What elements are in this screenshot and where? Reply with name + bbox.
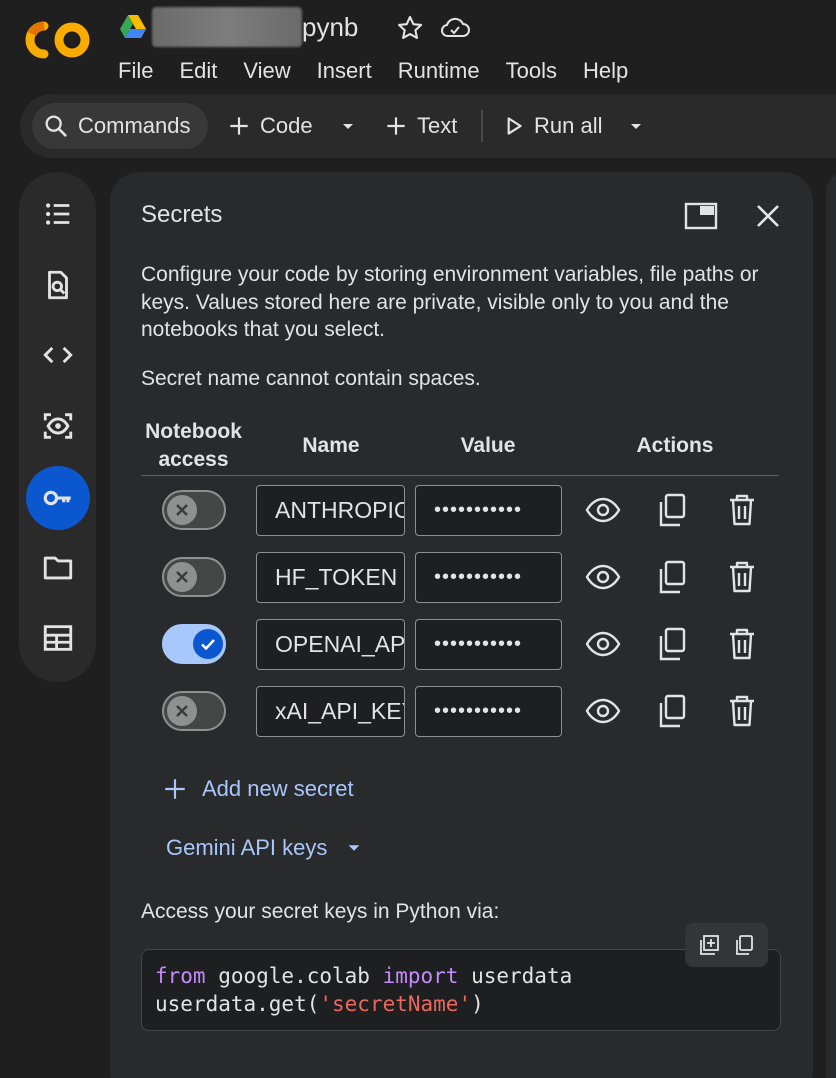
close-icon[interactable] — [752, 200, 784, 232]
delete-icon[interactable] — [722, 557, 762, 597]
secrets-key-icon[interactable] — [26, 466, 90, 530]
notebook-area-edge — [826, 172, 836, 1078]
text-label: Text — [417, 113, 458, 138]
access-instructions: Access your secret keys in Python via: — [141, 900, 500, 923]
run-all-label: Run all — [534, 113, 603, 138]
data-table-icon[interactable] — [26, 606, 90, 670]
secret-name-field[interactable]: xAI_API_KEY — [256, 686, 405, 737]
run-all-button[interactable]: Run all — [500, 109, 602, 143]
copy-icon[interactable] — [732, 933, 756, 957]
delete-icon[interactable] — [722, 624, 762, 664]
add-text-button[interactable]: Text — [383, 109, 457, 143]
commands-button[interactable]: Commands — [32, 103, 208, 149]
google-drive-icon[interactable] — [119, 14, 147, 40]
secret-name-field[interactable]: OPENAI_API_KEY — [256, 619, 405, 670]
check-icon — [201, 639, 215, 651]
code-snippets-icon[interactable] — [26, 323, 90, 387]
code-text: ) — [471, 992, 484, 1016]
menu-file[interactable]: File — [118, 58, 153, 84]
secret-value-field[interactable]: ••••••••••• — [415, 619, 562, 670]
x-icon — [176, 504, 188, 516]
add-new-secret-button[interactable]: Add new secret — [162, 776, 354, 802]
code-keyword: from — [155, 964, 206, 988]
gemini-api-keys-dropdown[interactable]: Gemini API keys — [166, 835, 363, 861]
notebook-access-toggle[interactable] — [162, 624, 226, 664]
copy-icon[interactable] — [652, 624, 692, 664]
code-text: userdata — [458, 964, 573, 988]
plus-icon — [230, 117, 248, 135]
copy-icon[interactable] — [652, 557, 692, 597]
add-secret-label: Add new secret — [202, 776, 354, 801]
code-label: Code — [260, 113, 313, 138]
search-icon — [45, 115, 67, 137]
header-notebook-access: Notebook access — [145, 420, 242, 471]
eye-icon[interactable] — [583, 490, 623, 530]
header-value: Value — [460, 434, 516, 457]
open-in-tab-icon[interactable] — [683, 200, 719, 232]
menu-bar: File Edit View Insert Runtime Tools Help — [118, 58, 654, 84]
copy-icon[interactable] — [652, 490, 692, 530]
menu-runtime[interactable]: Runtime — [398, 58, 480, 84]
eye-icon[interactable] — [583, 557, 623, 597]
menu-insert[interactable]: Insert — [317, 58, 372, 84]
chevron-down-icon[interactable] — [338, 116, 358, 136]
code-snippet: from google.colab import userdata userda… — [155, 962, 572, 1018]
colab-logo[interactable] — [24, 18, 94, 62]
redacted-filename — [152, 7, 302, 47]
notebook-access-toggle[interactable] — [162, 557, 226, 597]
chevron-down-icon[interactable] — [626, 116, 646, 136]
notebook-access-toggle[interactable] — [162, 691, 226, 731]
code-string: 'secretName' — [319, 992, 472, 1016]
eye-icon[interactable] — [583, 624, 623, 664]
files-folder-icon[interactable] — [26, 536, 90, 600]
secret-value-field[interactable]: ••••••••••• — [415, 485, 562, 536]
table-of-contents-icon[interactable] — [26, 182, 90, 246]
menu-view[interactable]: View — [243, 58, 290, 84]
menu-help[interactable]: Help — [583, 58, 628, 84]
code-actions — [685, 923, 768, 967]
panel-description: Configure your code by storing environme… — [141, 263, 759, 341]
notebook-title[interactable]: pynb — [302, 12, 358, 43]
notebook-access-toggle[interactable] — [162, 490, 226, 530]
header-actions: Actions — [636, 434, 714, 457]
commands-label: Commands — [78, 113, 191, 138]
menu-edit[interactable]: Edit — [179, 58, 217, 84]
find-replace-icon[interactable] — [26, 253, 90, 317]
eye-icon[interactable] — [583, 691, 623, 731]
plus-icon — [387, 117, 405, 135]
cloud-saved-icon[interactable] — [439, 14, 471, 42]
code-text: google.colab — [205, 964, 383, 988]
secret-value-field[interactable]: ••••••••••• — [415, 552, 562, 603]
chevron-down-icon — [348, 845, 360, 851]
code-text: userdata.get( — [155, 992, 320, 1016]
plus-icon — [165, 779, 185, 799]
variables-icon[interactable] — [26, 394, 90, 458]
menu-tools[interactable]: Tools — [506, 58, 557, 84]
header-divider — [141, 475, 779, 476]
insert-code-icon[interactable] — [697, 933, 721, 957]
toolbar-divider — [481, 110, 483, 142]
secret-name-field[interactable]: ANTHROPIC_API_KEY — [256, 485, 405, 536]
x-icon — [176, 571, 188, 583]
name-rule-note: Secret name cannot contain spaces. — [141, 367, 481, 390]
delete-icon[interactable] — [722, 490, 762, 530]
star-icon[interactable] — [396, 14, 424, 42]
delete-icon[interactable] — [722, 691, 762, 731]
x-icon — [176, 705, 188, 717]
gemini-label: Gemini API keys — [166, 835, 328, 860]
secret-name-field[interactable]: HF_TOKEN — [256, 552, 405, 603]
header-name: Name — [302, 434, 360, 457]
code-keyword: import — [382, 964, 459, 988]
play-icon — [507, 117, 522, 135]
panel-title: Secrets — [141, 201, 223, 228]
copy-icon[interactable] — [652, 691, 692, 731]
add-code-button[interactable]: Code — [226, 109, 313, 143]
secret-value-field[interactable]: ••••••••••• — [415, 686, 562, 737]
